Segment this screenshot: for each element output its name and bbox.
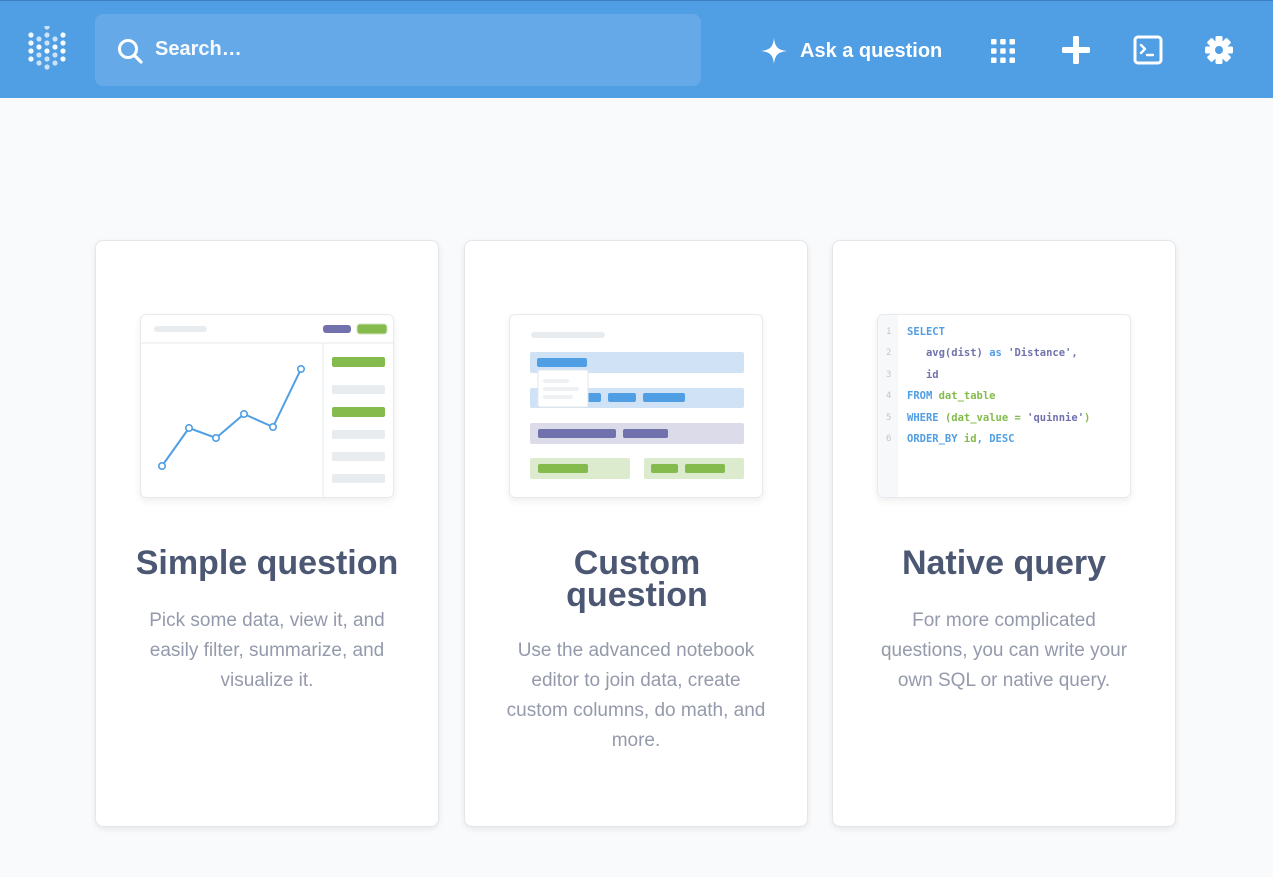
terminal-icon[interactable] [1133, 35, 1163, 65]
simple-question-illustration [140, 314, 394, 498]
card-title: Native query [901, 544, 1107, 582]
sql-code-block: 1 SELECT 2 avg(dist) as 'Distance', 3 id 4 FR… [878, 315, 1130, 497]
sparkle-icon [761, 38, 787, 64]
sql-line: WHERE (dat_value = 'quinnie') [907, 411, 1091, 424]
sql-line: FROM dat_table [907, 390, 996, 403]
search-icon [118, 39, 143, 64]
line-number: 2 [886, 348, 892, 359]
line-number: 3 [886, 369, 892, 380]
gear-icon[interactable] [1204, 35, 1234, 65]
ask-a-question-label: Ask a question [800, 39, 943, 62]
native-query-card[interactable]: 1 SELECT 2 avg(dist) as 'Distance', 3 id 4 FR… [832, 240, 1176, 827]
custom-question-card[interactable]: Custom question Use the advanced noteboo… [464, 240, 808, 827]
ask-a-question-button[interactable]: Ask a question [760, 36, 942, 66]
card-title: Custom question [566, 544, 708, 614]
search-placeholder: Search… [155, 38, 242, 60]
card-title: Simple question [135, 544, 399, 582]
card-description: For more complicated questions, you can … [880, 610, 1128, 691]
sql-line: id [907, 368, 939, 381]
native-query-illustration: 1 SELECT 2 avg(dist) as 'Distance', 3 id 4 FR… [877, 314, 1131, 498]
sql-line: ORDER_BY id, DESC [907, 433, 1015, 445]
search-bar[interactable]: Search… [95, 14, 701, 86]
logo-icon[interactable] [26, 26, 68, 74]
notebook-editor-illustration [530, 332, 744, 479]
line-chart-illustration [141, 323, 393, 497]
custom-question-illustration [509, 314, 763, 498]
line-number: 4 [886, 391, 892, 402]
plus-icon[interactable] [1061, 35, 1091, 65]
card-description: Pick some data, view it, and easily filt… [149, 610, 385, 691]
line-number: 5 [886, 412, 892, 423]
line-number: 1 [886, 327, 892, 337]
card-description: Use the advanced notebook editor to join… [506, 640, 766, 751]
top-navigation-bar: Search… Ask a question [0, 0, 1273, 98]
simple-question-card[interactable]: Simple question Pick some data, view it,… [95, 240, 439, 827]
sql-line: SELECT [907, 326, 945, 338]
line-number-gutter [878, 315, 898, 497]
grid-icon[interactable] [990, 38, 1016, 64]
line-number: 6 [886, 434, 892, 444]
sql-line: avg(dist) as 'Distance', [907, 347, 1078, 360]
